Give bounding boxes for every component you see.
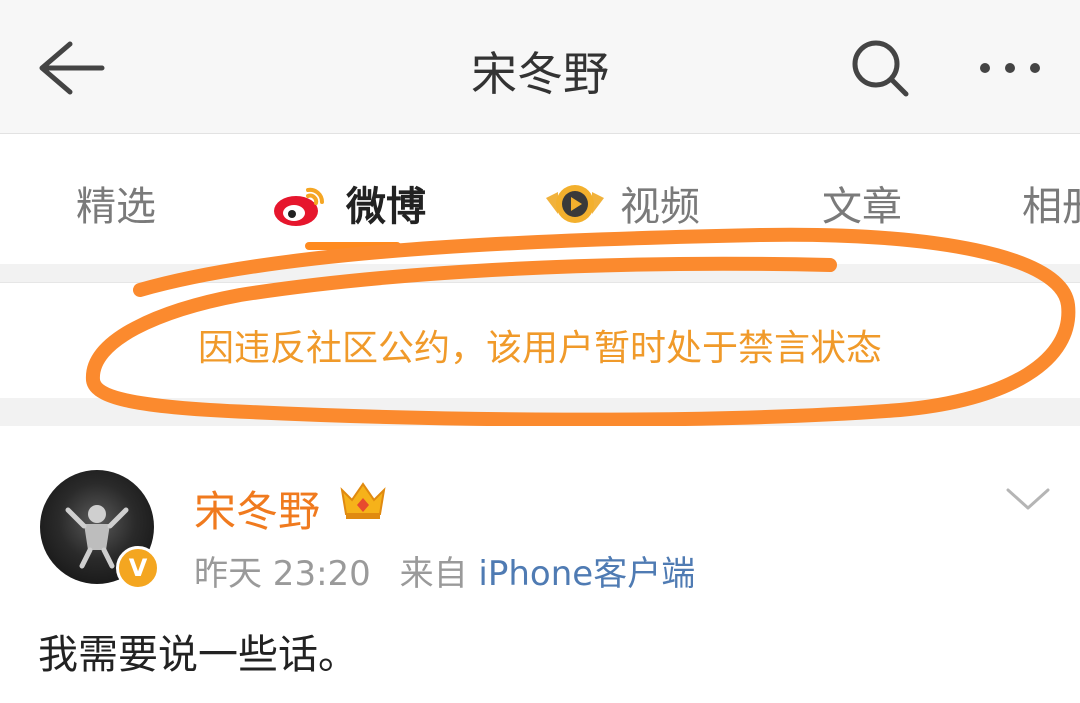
search-icon	[852, 40, 909, 97]
post-from-label: 来自	[399, 554, 468, 594]
top-navigation-bar: 宋冬野	[0, 0, 1080, 134]
tab-featured[interactable]: 精选	[76, 174, 156, 232]
post-source-link[interactable]: iPhone客户端	[478, 554, 695, 594]
search-button[interactable]	[846, 34, 916, 104]
profile-tab-bar: 精选 微博 视频 文章 相册	[0, 134, 1080, 264]
post-author-name[interactable]: 宋冬野	[194, 478, 320, 539]
tab-video-label: 视频	[620, 184, 700, 230]
section-divider	[0, 398, 1080, 426]
tab-featured-label: 精选	[76, 184, 156, 230]
tab-weibo-label: 微博	[346, 184, 426, 230]
tab-video[interactable]: 视频	[544, 174, 700, 232]
post-time: 昨天 23:20	[194, 554, 371, 594]
tab-weibo[interactable]: 微博	[272, 174, 426, 232]
chevron-down-icon[interactable]	[1004, 484, 1052, 514]
active-tab-indicator	[305, 242, 401, 250]
weibo-logo-icon	[274, 187, 325, 226]
section-divider	[0, 264, 1080, 282]
video-badge-icon	[546, 185, 604, 223]
tab-album[interactable]: 相册	[1022, 174, 1080, 232]
tab-album-label: 相册	[1022, 184, 1080, 230]
page-title: 宋冬野	[471, 47, 609, 101]
tab-articles-label: 文章	[822, 184, 902, 230]
mute-notice-text: 因违反社区公约，该用户暂时处于禁言状态	[197, 328, 882, 369]
tab-articles[interactable]: 文章	[822, 174, 902, 232]
more-dots-icon	[980, 63, 1040, 73]
post-meta: 昨天 23:20 来自 iPhone客户端	[194, 546, 695, 595]
more-options-button[interactable]	[970, 40, 1050, 96]
member-crown-icon	[340, 482, 386, 519]
weibo-post-card[interactable]: V 宋冬野 昨天 23:20 来自 iPhone客户端 我需要说一些话。	[0, 426, 1080, 703]
mute-notice-banner: 因违反社区公约，该用户暂时处于禁言状态	[0, 282, 1080, 400]
verified-badge-icon: V	[116, 546, 160, 590]
post-content: 我需要说一些话。	[38, 632, 358, 678]
